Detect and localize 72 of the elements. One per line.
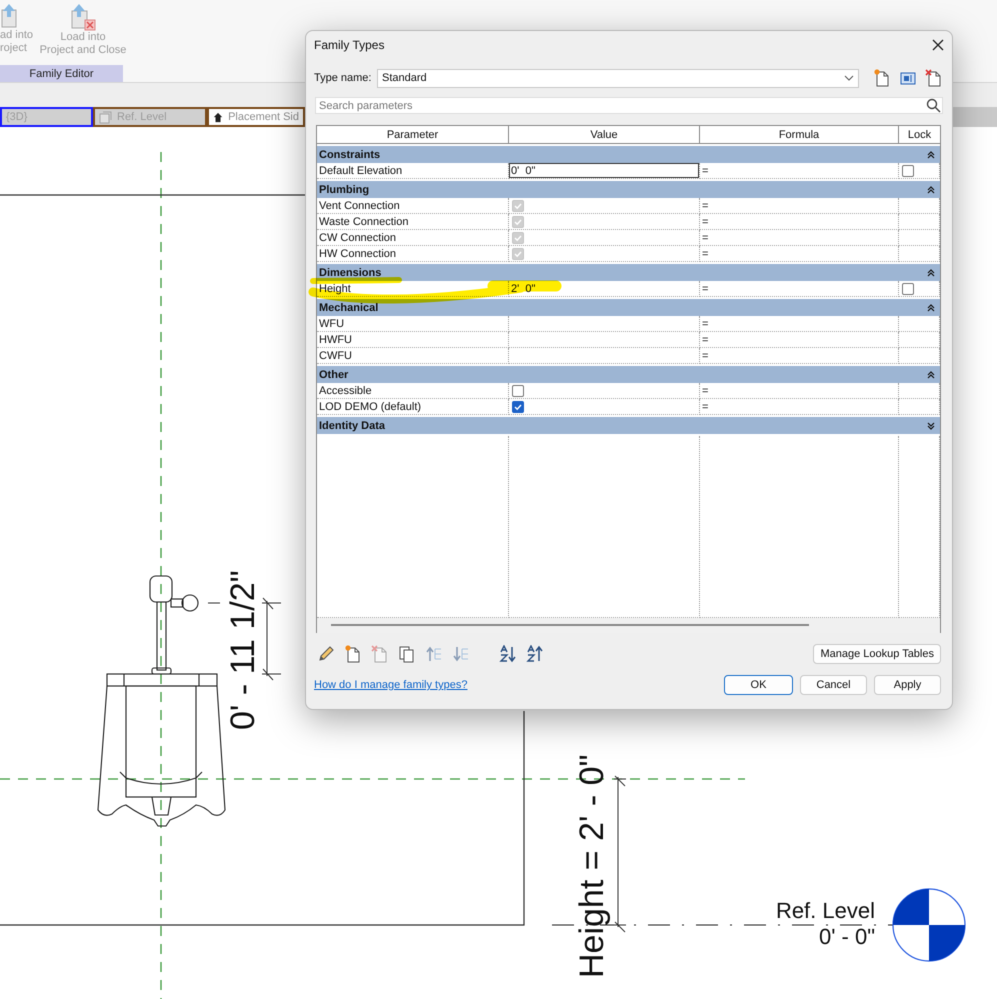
group-header[interactable]: Other — [317, 366, 940, 383]
parameter-name: Default Elevation — [319, 164, 402, 176]
formula-text: = — [702, 400, 708, 412]
new-document-icon[interactable] — [344, 644, 362, 662]
collapse-icon[interactable] — [927, 302, 935, 312]
level-elevation: 0' - 0" — [818, 926, 875, 948]
dialog-title: Family Types — [314, 38, 384, 52]
group-header[interactable]: Dimensions — [317, 264, 940, 281]
collapse-icon[interactable] — [927, 150, 935, 160]
collapse-icon[interactable] — [927, 370, 935, 380]
parameter-name: LOD DEMO (default) — [319, 400, 422, 412]
copy-icon[interactable] — [398, 644, 416, 662]
formula-text: = — [702, 350, 708, 362]
manage-lookup-tables-button[interactable]: Manage Lookup Tables — [813, 644, 941, 664]
parameter-name: Accessible — [319, 384, 372, 396]
collapse-icon[interactable] — [927, 184, 935, 194]
value-field[interactable]: 0' 0" — [509, 163, 699, 178]
formula-text: = — [702, 200, 708, 212]
parameter-name: HW Connection — [319, 248, 396, 260]
column-header: Lock — [899, 126, 940, 144]
new-document-icon[interactable] — [873, 69, 891, 87]
sort-ascending-icon[interactable] — [499, 644, 517, 662]
chevron-down-icon — [844, 75, 854, 81]
parameter-value: 2' 0" — [511, 282, 536, 294]
formula-text: = — [702, 318, 708, 330]
checkbox[interactable] — [512, 384, 524, 396]
collapse-icon[interactable] — [927, 268, 935, 278]
column-header: Formula — [700, 126, 899, 144]
group-header[interactable]: Mechanical — [317, 299, 940, 316]
formula-text: = — [702, 216, 708, 228]
dialog-button[interactable]: Cancel — [800, 675, 867, 695]
search-icon[interactable] — [926, 98, 941, 113]
search-field[interactable]: Search parameters — [315, 97, 943, 114]
dimension-text: 0' - 11 1/2" — [226, 570, 260, 730]
parameter-name: HWFU — [319, 334, 352, 346]
formula-text: = — [702, 334, 708, 346]
dimension-text: Height = 2' - 0" — [575, 754, 609, 978]
parameter-name: Vent Connection — [319, 200, 400, 212]
checkbox[interactable] — [512, 400, 524, 412]
group-header[interactable]: Plumbing — [317, 181, 940, 198]
formula-text: = — [702, 282, 708, 294]
parameter-name: Waste Connection — [319, 216, 408, 228]
horizontal-scrollbar[interactable] — [331, 624, 809, 626]
type-name-dropdown[interactable]: Standard — [377, 68, 859, 88]
field-label: Type name: — [314, 72, 372, 84]
parameter-name: CWFU — [319, 350, 352, 362]
delete-document-icon[interactable] — [925, 69, 943, 87]
house-arrow-icon — [213, 110, 224, 124]
group-header[interactable]: Identity Data — [317, 417, 940, 434]
formula-text: = — [702, 164, 708, 176]
load-document-icon — [69, 3, 97, 31]
formula-text: = — [702, 248, 708, 260]
pencil-icon[interactable] — [317, 644, 335, 662]
close-icon[interactable] — [932, 38, 944, 50]
expand-icon[interactable] — [927, 420, 935, 430]
floor-plan-icon — [99, 110, 112, 124]
formula-text: = — [702, 384, 708, 396]
formula-text: = — [702, 232, 708, 244]
checkbox[interactable] — [902, 282, 914, 294]
group-header[interactable]: Constraints — [317, 146, 940, 163]
column-header: Value — [509, 126, 700, 144]
checkbox[interactable] — [902, 164, 914, 176]
help-link[interactable]: How do I manage family types? — [314, 679, 468, 691]
sort-descending-icon[interactable] — [526, 644, 544, 662]
level-name: Ref. Level — [776, 900, 875, 922]
parameter-name: WFU — [319, 318, 344, 330]
panel-title: Family Editor — [0, 65, 123, 82]
parameter-name: CW Connection — [319, 232, 396, 244]
parameter-name: Height — [319, 282, 351, 294]
dialog-button[interactable]: Apply — [874, 675, 941, 695]
column-header: Parameter — [317, 126, 509, 144]
dialog-button[interactable]: OK — [724, 675, 793, 695]
